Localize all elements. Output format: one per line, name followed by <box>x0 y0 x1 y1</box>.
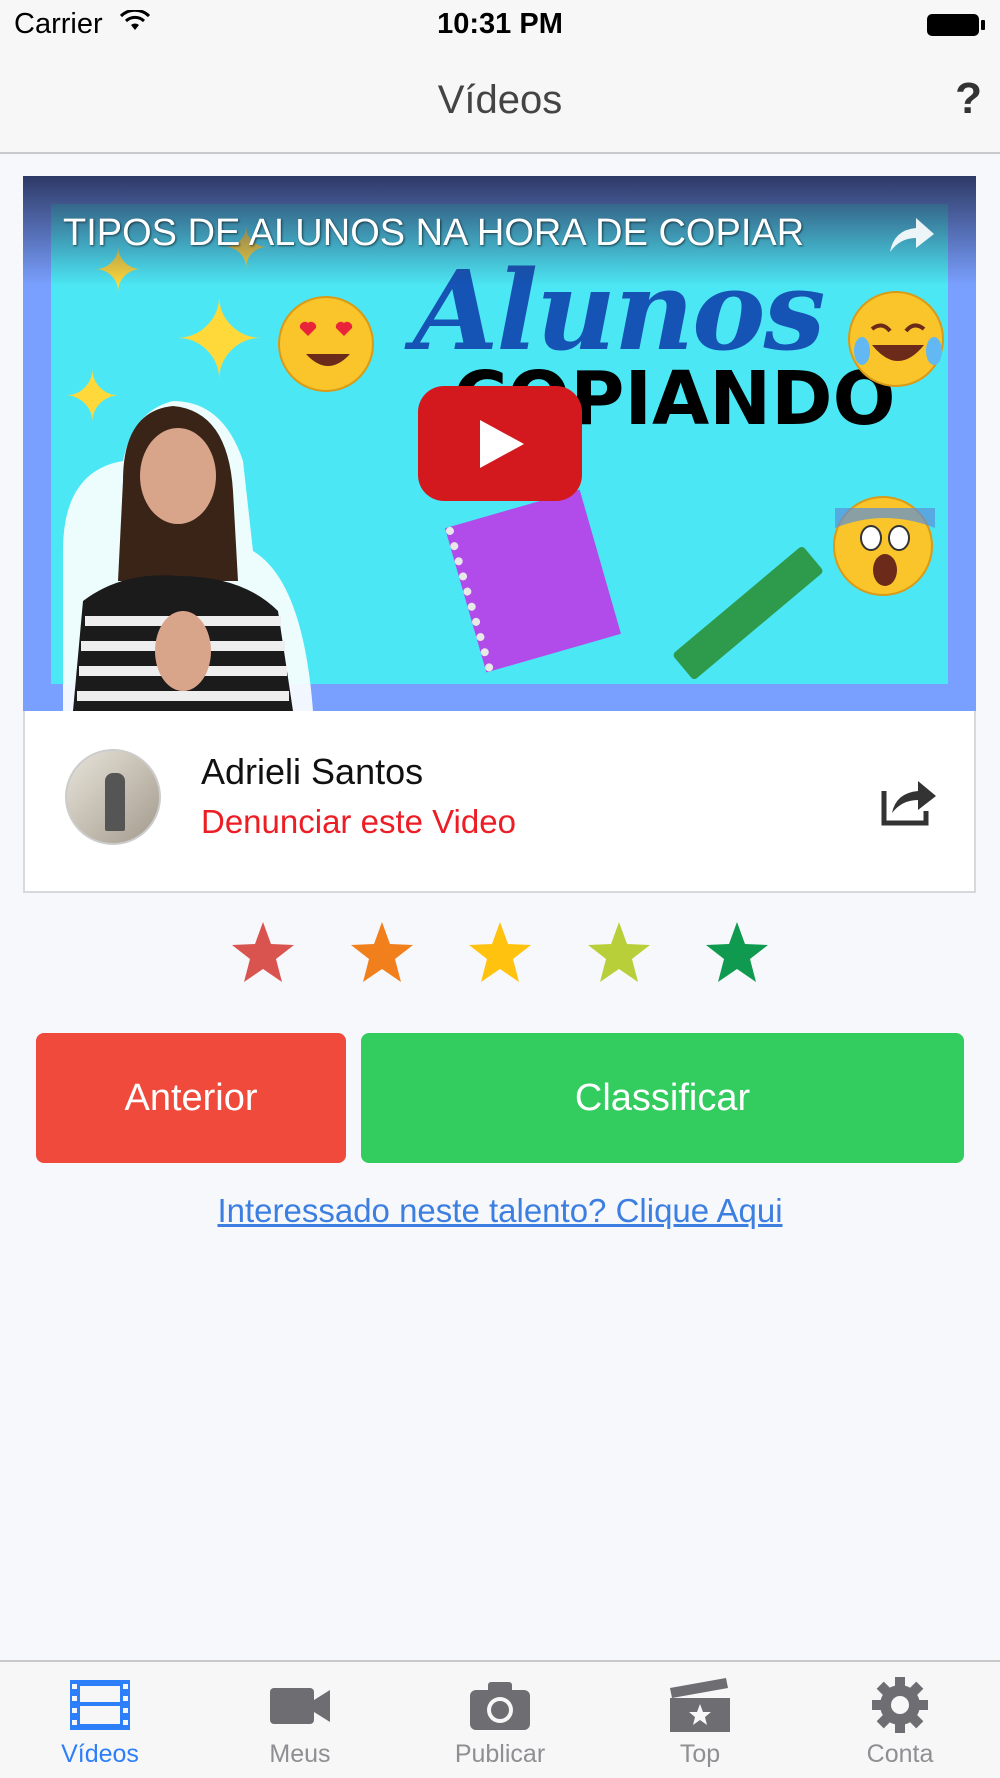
tab-meus[interactable]: Meus <box>200 1662 400 1778</box>
film-icon <box>70 1680 130 1730</box>
author-row: Adrieli Santos Denunciar este Video <box>23 711 976 893</box>
screaming-emoji-icon <box>833 496 935 596</box>
navigation-bar: Vídeos ? <box>0 50 1000 154</box>
rate-button[interactable]: Classificar <box>361 1033 964 1163</box>
video-share-arrow-icon[interactable] <box>886 216 936 261</box>
camera-icon <box>470 1682 530 1730</box>
battery-icon <box>926 13 986 42</box>
youtube-play-icon[interactable] <box>418 386 582 501</box>
clapperboard-star-icon <box>670 1678 730 1732</box>
author-name: Adrieli Santos <box>201 751 424 792</box>
star-4-icon[interactable] <box>586 920 652 986</box>
rating-stars <box>0 920 1000 1000</box>
help-button[interactable]: ? <box>955 74 982 124</box>
status-bar: Carrier 10:31 PM <box>0 0 1000 50</box>
tab-videos[interactable]: Vídeos <box>0 1662 200 1778</box>
presenter-photo <box>63 401 313 711</box>
report-video-link[interactable]: Denunciar este Video <box>201 803 516 841</box>
tab-label: Meus <box>269 1740 331 1768</box>
video-camera-icon <box>270 1688 330 1724</box>
previous-button[interactable]: Anterior <box>36 1033 346 1163</box>
video-title: TIPOS DE ALUNOS NA HORA DE COPIAR <box>63 212 805 254</box>
laughing-tears-emoji-icon <box>848 291 944 387</box>
star-2-icon[interactable] <box>349 920 415 986</box>
tab-label: Vídeos <box>61 1740 139 1768</box>
tab-label: Publicar <box>454 1740 546 1768</box>
clock: 10:31 PM <box>437 8 563 40</box>
share-icon[interactable] <box>880 777 938 832</box>
tab-label: Conta <box>866 1740 934 1768</box>
star-3-icon[interactable] <box>467 920 533 986</box>
tab-label: Top <box>679 1740 721 1768</box>
talent-interest-link[interactable]: Interessado neste talento? Clique Aqui <box>0 1192 1000 1230</box>
video-player[interactable]: ✦ ✦ ✦ ✦ Alunos COPIANDO <box>23 176 976 711</box>
gear-icon <box>872 1677 928 1733</box>
page-title: Vídeos <box>437 78 563 122</box>
tab-conta[interactable]: Conta <box>800 1662 1000 1778</box>
tab-top[interactable]: Top <box>600 1662 800 1778</box>
tab-bar: Vídeos Meus Publicar Top Conta <box>0 1660 1000 1778</box>
tab-publicar[interactable]: Publicar <box>400 1662 600 1778</box>
avatar[interactable] <box>65 749 161 845</box>
star-5-icon[interactable] <box>704 920 770 986</box>
star-1-icon[interactable] <box>230 920 296 986</box>
